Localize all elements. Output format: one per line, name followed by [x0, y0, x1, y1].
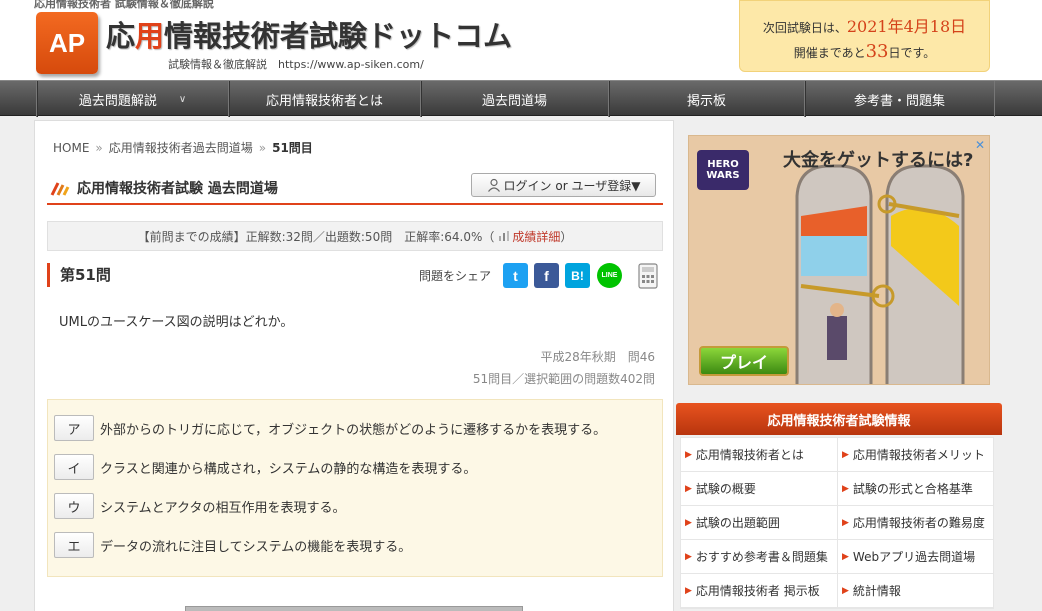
arrow-right-icon: ▶ — [685, 551, 692, 562]
ad-headline: 大金をゲットするには? — [783, 150, 974, 171]
choice-i-text: クラスと関連から構成され，システムの静的な構造を表現する。 — [100, 461, 477, 477]
breadcrumb-sep: » — [95, 141, 103, 155]
breadcrumb-sep: » — [258, 141, 267, 155]
exam-countdown-box: 次回試験日は、2021年4月18日 開催まであと33日です。 — [739, 0, 990, 72]
sidebar-link-books[interactable]: ▶ おすすめ参考書＆問題集 — [681, 540, 837, 573]
choice-i-button[interactable]: イ — [54, 454, 94, 480]
choice-a-button[interactable]: ア — [54, 415, 94, 441]
countdown-days: 33 — [865, 41, 889, 62]
sidebar-heading: 応用情報技術者試験情報 — [676, 403, 1002, 435]
choice-u-text: システムとアクタの相互作用を表現する。 — [100, 500, 346, 516]
breadcrumb: HOME » 応用情報技術者過去問道場 » 51問目 — [53, 139, 313, 156]
choice-u-button[interactable]: ウ — [54, 493, 94, 519]
score-summary: 【前問までの成績】正解数:32問／出題数:50問 正解率:64.0%（ 成績詳細… — [47, 221, 663, 251]
arrow-right-icon: ▶ — [842, 483, 849, 494]
sidebar-link-format[interactable]: ▶ 試験の形式と合格基準 — [837, 472, 993, 505]
sidebar-link-board[interactable]: ▶ 応用情報技術者 掲示板 — [681, 574, 837, 607]
share-label: 問題をシェア — [419, 269, 492, 283]
sidebar-link-stats[interactable]: ▶ 統計情報 — [837, 574, 993, 607]
score-close: ） — [560, 229, 573, 244]
hatena-bookmark-icon[interactable]: B! — [565, 263, 590, 288]
chevron-down-icon: ∨ — [178, 93, 187, 105]
choice-e-button[interactable]: エ — [54, 532, 94, 558]
question-source: 平成28年秋期 問46 — [540, 350, 655, 364]
choice-e: エ データの流れに注目してシステムの機能を表現する。 — [54, 531, 411, 559]
score-text: 【前問までの成績】正解数:32問／出題数:50問 正解率:64.0%（ — [137, 229, 495, 244]
arrow-right-icon: ▶ — [842, 551, 849, 562]
arrow-right-icon: ▶ — [842, 449, 849, 460]
main-nav: 過去問題解説 ∨ 応用情報技術者とは 過去問道場 掲示板 参考書・問題集 — [0, 80, 1042, 117]
sidebar-row: ▶ 応用情報技術者 掲示板 ▶ 統計情報 — [681, 574, 993, 608]
site-title[interactable]: 応用情報技術者試験ドットコム — [106, 13, 512, 55]
question-text: UMLのユースケース図の説明はどれか。 — [59, 315, 294, 330]
main-content: HOME » 応用情報技術者過去問道場 » 51問目 応用情報技術者試験 過去問道場 ロ… — [34, 120, 674, 611]
sidebar-row: ▶ 試験の概要 ▶ 試験の形式と合格基準 — [681, 472, 993, 506]
ad-close-icon[interactable]: ✕ — [975, 138, 985, 152]
countdown-prefix: 開催まであと — [793, 46, 866, 60]
arrow-right-icon: ▶ — [685, 585, 692, 596]
nav-item-dojo[interactable]: 過去問道場 — [420, 81, 608, 117]
breadcrumb-dojo[interactable]: 応用情報技術者過去問道場 — [109, 141, 253, 155]
arrow-right-icon: ▶ — [685, 517, 692, 528]
stairs-icon — [50, 182, 70, 196]
exam-date: 2021年4月18日 — [846, 17, 967, 36]
ad-logo: HERO WARS — [697, 150, 749, 190]
choice-u: ウ システムとアクタの相互作用を表現する。 — [54, 492, 345, 520]
section-title: 応用情報技術者試験 過去問道場 — [77, 181, 278, 197]
choice-e-text: データの流れに注目してシステムの機能を表現する。 — [100, 539, 412, 555]
choice-i: イ クラスと関連から構成され，システムの静的な構造を表現する。 — [54, 453, 476, 481]
nav-item-board[interactable]: 掲示板 — [608, 81, 804, 117]
bottom-banner-image[interactable] — [185, 606, 523, 611]
chart-icon — [499, 231, 510, 241]
sidebar-row: ▶ おすすめ参考書＆問題集 ▶ Webアプリ過去問道場 — [681, 540, 993, 574]
breadcrumb-current: 51問目 — [272, 141, 313, 155]
user-icon — [487, 178, 500, 192]
login-register-button[interactable]: ログイン or ユーザ登録▼ — [471, 173, 656, 197]
countdown-suffix: 日です。 — [888, 46, 936, 60]
site-header: 応用情報技術者 試験情報＆徹底解説 AP 応用情報技術者試験ドットコム 試験情報… — [0, 0, 1042, 80]
arrow-right-icon: ▶ — [685, 449, 692, 460]
question-range: 51問目／選択範囲の問題数402問 — [472, 372, 655, 386]
sidebar-link-scope[interactable]: ▶ 試験の出題範囲 — [681, 506, 837, 539]
arrow-right-icon: ▶ — [842, 517, 849, 528]
site-tagline: 応用情報技術者 試験情報＆徹底解説 — [34, 0, 214, 10]
nav-divider — [994, 81, 995, 117]
answer-choices: ア 外部からのトリガに応じて，オブジェクトの状態がどのように遷移するかを表現する… — [47, 399, 663, 577]
twitter-share-icon[interactable]: t — [503, 263, 528, 288]
nav-item-books[interactable]: 参考書・問題集 — [804, 81, 994, 117]
arrow-right-icon: ▶ — [685, 483, 692, 494]
logo-badge[interactable]: AP — [36, 12, 98, 74]
sidebar-link-about[interactable]: ▶ 応用情報技術者とは — [681, 438, 837, 471]
arrow-right-icon: ▶ — [842, 585, 849, 596]
nav-item-about[interactable]: 応用情報技術者とは — [228, 81, 420, 117]
sidebar-link-overview[interactable]: ▶ 試験の概要 — [681, 472, 837, 505]
login-label: ログイン or ユーザ登録▼ — [503, 178, 641, 193]
score-detail-link[interactable]: 成績詳細 — [512, 228, 560, 245]
choice-a-text: 外部からのトリガに応じて，オブジェクトの状態がどのように遷移するかを表現する。 — [100, 422, 607, 438]
line-share-icon[interactable]: LINE — [597, 263, 622, 288]
section-title-bar: 応用情報技術者試験 過去問道場 ログイン or ユーザ登録▼ — [47, 173, 663, 205]
sidebar-links: ▶ 応用情報技術者とは ▶ 応用情報技術者メリット ▶ 試験の概要 ▶ 試験の形式と合格… — [680, 437, 994, 609]
sidebar-row: ▶ 試験の出題範囲 ▶ 応用情報技術者の難易度 — [681, 506, 993, 540]
calculator-icon[interactable] — [638, 263, 658, 289]
choice-a: ア 外部からのトリガに応じて，オブジェクトの状態がどのように遷移するかを表現する… — [54, 414, 606, 442]
facebook-share-icon[interactable]: f — [534, 263, 559, 288]
sidebar-link-webapp[interactable]: ▶ Webアプリ過去問道場 — [837, 540, 993, 573]
breadcrumb-home[interactable]: HOME — [53, 141, 89, 155]
ad-play-button[interactable]: プレイ — [699, 346, 789, 376]
advertisement[interactable]: HERO WARS 大金をゲットするには? ✕ プレイ — [688, 135, 990, 385]
sidebar-link-difficulty[interactable]: ▶ 応用情報技術者の難易度 — [837, 506, 993, 539]
question-number: 第51問 — [47, 263, 111, 287]
nav-item-past-questions[interactable]: 過去問題解説 ∨ — [36, 81, 228, 117]
sidebar-row: ▶ 応用情報技術者とは ▶ 応用情報技術者メリット — [681, 438, 993, 472]
exam-prefix: 次回試験日は、 — [762, 21, 847, 35]
site-subtitle: 試験情報＆徹底解説 https://www.ap-siken.com/ — [168, 58, 424, 71]
sidebar-link-merit[interactable]: ▶ 応用情報技術者メリット — [837, 438, 993, 471]
